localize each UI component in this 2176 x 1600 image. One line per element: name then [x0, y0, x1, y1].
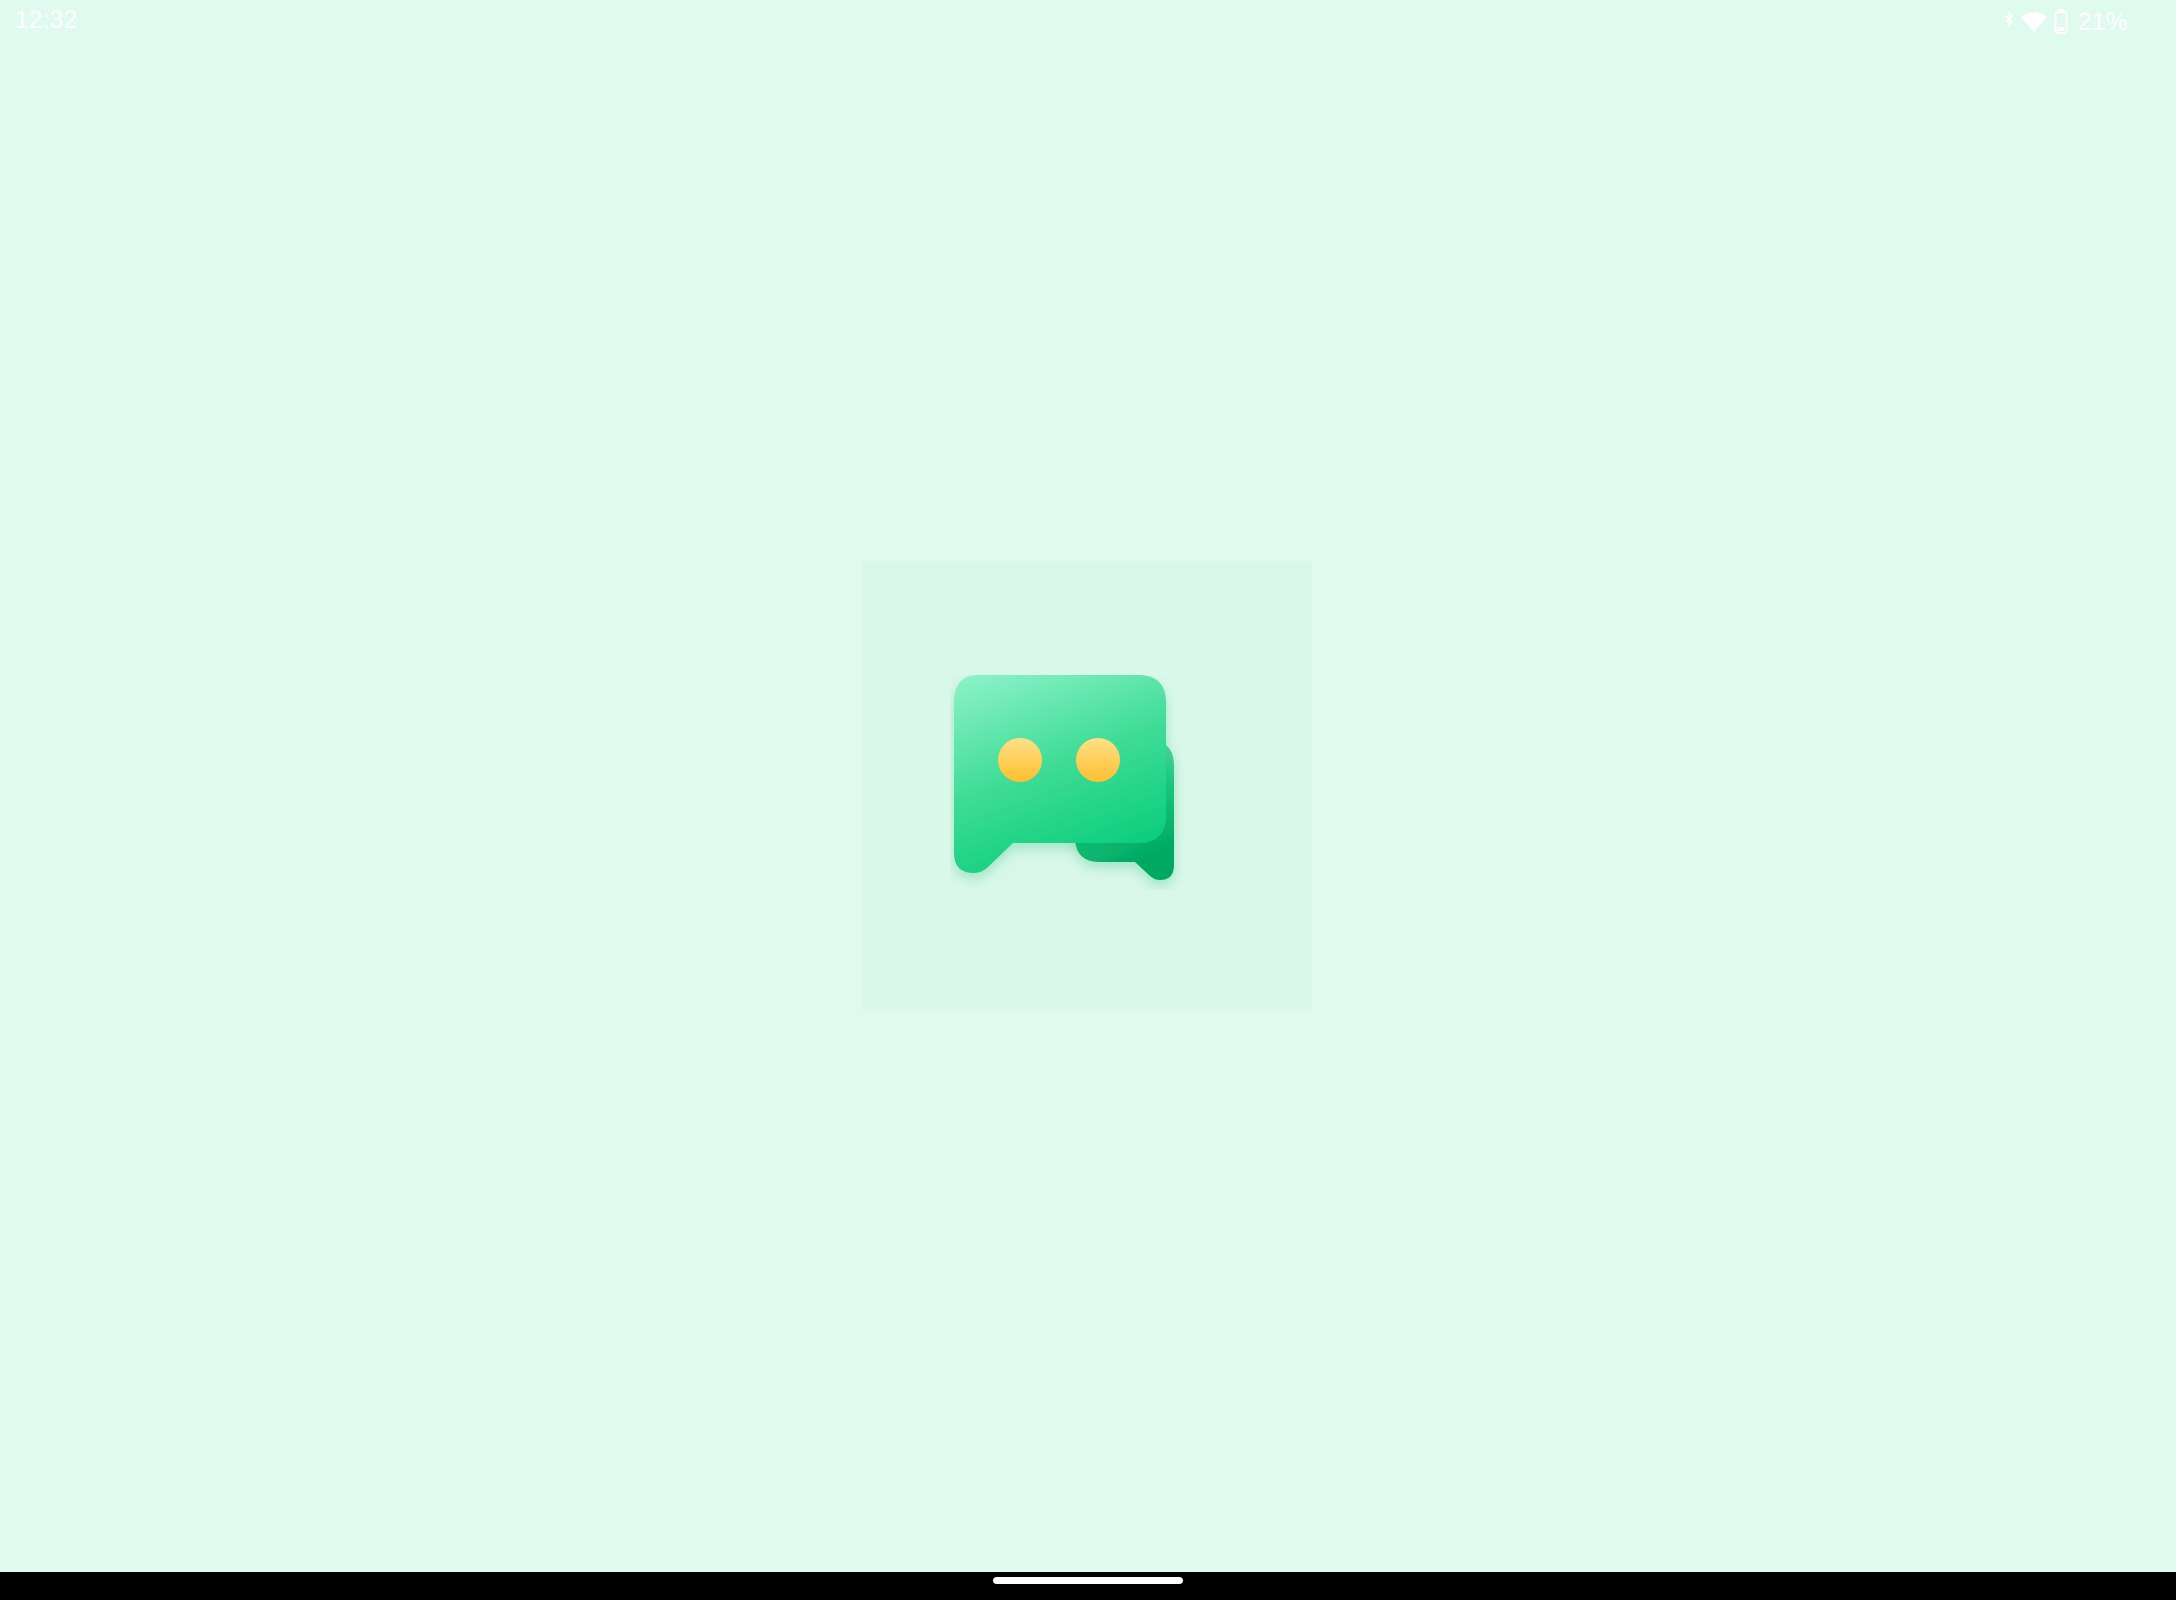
home-handle[interactable] [993, 1577, 1183, 1584]
status-icons: 21% [2004, 7, 2128, 37]
battery-percent: 21% [2077, 7, 2128, 36]
chat-bubbles-icon [950, 675, 1230, 890]
status-time: 12:32 [15, 6, 78, 34]
status-bar: 12:32 21% [0, 0, 2176, 44]
wifi-icon [2020, 11, 2048, 33]
battery-icon [2054, 9, 2068, 35]
bluetooth-icon [2004, 10, 2014, 34]
